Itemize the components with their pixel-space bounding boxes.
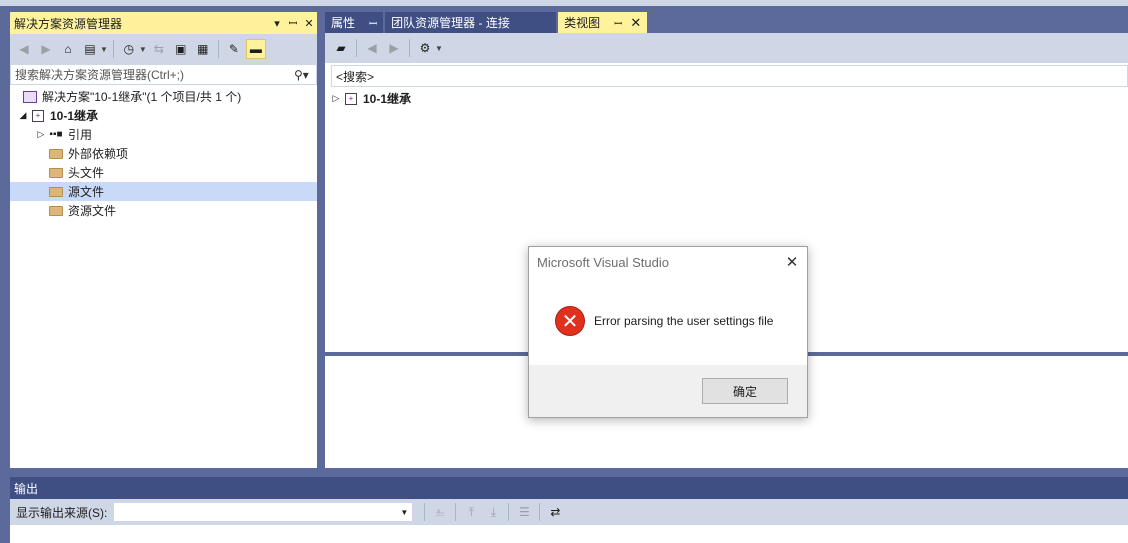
- dialog-title-bar: Microsoft Visual Studio ✕: [529, 247, 807, 277]
- previous-message-icon[interactable]: ⤒: [461, 502, 481, 522]
- dialog-body: ✕ Error parsing the user settings file: [529, 277, 807, 365]
- forward-icon[interactable]: ▶: [36, 39, 56, 59]
- output-source-label: 显示输出来源(S):: [16, 505, 108, 520]
- back-icon[interactable]: ◀: [14, 39, 34, 59]
- output-text-area[interactable]: [10, 525, 1128, 543]
- solution-tree: 解决方案"10-1继承"(1 个项目/共 1 个) ◢ + 10-1继承 ▷ ▪…: [10, 85, 317, 468]
- output-title: 输出: [14, 481, 39, 496]
- pin-icon[interactable]: ꟷ: [285, 16, 301, 31]
- solution-explorer-toolbar: ◀ ▶ ⌂ ▤ ▼ ◷ ▼ ⇆ ▣ ▦ ✎ ▬: [10, 34, 317, 64]
- toolbar-separator: [455, 503, 457, 521]
- forward-icon[interactable]: ▶: [384, 38, 404, 58]
- toolbar-separator: [112, 40, 114, 58]
- dropdown-icon[interactable]: ▾: [269, 17, 285, 30]
- tree-item-external-deps[interactable]: 外部依赖项: [10, 144, 317, 163]
- tree-item-resource-files[interactable]: 资源文件: [10, 201, 317, 220]
- solution-explorer-title: 解决方案资源管理器: [14, 16, 123, 31]
- error-dialog: Microsoft Visual Studio ✕ ✕ Error parsin…: [528, 246, 808, 418]
- tree-item-label: 源文件: [68, 185, 105, 199]
- sync-icon[interactable]: ⇆: [149, 39, 169, 59]
- folder-icon: [48, 147, 64, 161]
- tree-item-label: 引用: [68, 128, 93, 142]
- preview-selected-icon[interactable]: ▬: [245, 39, 266, 59]
- solution-explorer-title-bar: 解决方案资源管理器 ▾ ꟷ ✕: [10, 12, 317, 34]
- show-all-files-icon[interactable]: ▦: [193, 39, 213, 59]
- class-view-toolbar: ▰ ◀ ▶ ⚙ ▼: [325, 33, 1128, 63]
- project-icon: +: [343, 92, 359, 106]
- folder-icon: [48, 185, 64, 199]
- chevron-down-icon: ▼: [400, 507, 409, 517]
- folder-icon: [48, 166, 64, 180]
- chevron-down-icon[interactable]: ▼: [139, 45, 147, 54]
- output-title-bar: 输出: [10, 477, 1128, 499]
- back-icon[interactable]: ◀: [362, 38, 382, 58]
- search-input[interactable]: 搜索解决方案资源管理器(Ctrl+;): [15, 66, 294, 83]
- tree-item-label: 资源文件: [68, 204, 117, 218]
- solution-explorer-search[interactable]: 搜索解决方案资源管理器(Ctrl+;) ⚲▾: [10, 64, 317, 85]
- search-icon[interactable]: ⚲▾: [294, 68, 316, 82]
- expanded-arrow-icon[interactable]: ◢: [16, 110, 30, 121]
- output-source-select[interactable]: ▼: [113, 502, 414, 522]
- tree-item-label: 外部依赖项: [68, 147, 129, 161]
- close-icon[interactable]: ✕: [301, 17, 317, 30]
- find-message-icon[interactable]: ⎁: [430, 502, 450, 522]
- tree-item-project[interactable]: ▷ + 10-1继承: [329, 89, 1128, 108]
- collapsed-arrow-icon[interactable]: ▷: [329, 93, 343, 104]
- tree-item-source-files[interactable]: 源文件: [10, 182, 317, 201]
- tree-item-label: 头文件: [68, 166, 105, 180]
- collapsed-arrow-icon[interactable]: ▷: [34, 129, 48, 140]
- word-wrap-icon[interactable]: ⇄: [545, 502, 565, 522]
- toolbar-separator: [539, 503, 541, 521]
- toolbar-separator: [356, 39, 357, 57]
- dialog-title: Microsoft Visual Studio: [537, 254, 669, 270]
- dialog-message: Error parsing the user settings file: [594, 314, 774, 328]
- close-icon[interactable]: ✕: [777, 253, 807, 271]
- tab-label: 团队资源管理器 - 连接: [391, 16, 510, 30]
- tree-item-references[interactable]: ▷ ▪▪■ 引用: [10, 125, 317, 144]
- clear-all-icon[interactable]: ☰: [514, 502, 534, 522]
- tree-item-project[interactable]: ◢ + 10-1继承: [10, 106, 317, 125]
- pin-icon[interactable]: ꟷ: [369, 16, 377, 30]
- class-view-search-input[interactable]: <搜索>: [331, 65, 1128, 87]
- toolbar-separator: [217, 40, 219, 58]
- tab-label: 属性: [331, 16, 356, 30]
- gear-icon[interactable]: ⚙: [415, 38, 435, 58]
- tree-item-label: 解决方案"10-1继承"(1 个项目/共 1 个): [42, 90, 242, 104]
- project-icon: +: [30, 109, 46, 123]
- tree-item-label: 10-1继承: [363, 92, 412, 106]
- chevron-down-icon[interactable]: ▼: [100, 45, 108, 54]
- solution-explorer-panel: 解决方案资源管理器 ▾ ꟷ ✕ ◀ ▶ ⌂ ▤ ▼ ◷ ▼ ⇆ ▣ ▦ ✎ ▬ …: [10, 12, 317, 468]
- switch-views-icon[interactable]: ▤: [80, 39, 100, 59]
- document-tab-strip: 属性 ꟷ 团队资源管理器 - 连接 类视图 ꟷ ✕: [325, 12, 1128, 33]
- new-folder-icon[interactable]: ▰: [331, 38, 351, 58]
- ok-button[interactable]: 确定: [702, 378, 788, 404]
- tree-item-header-files[interactable]: 头文件: [10, 163, 317, 182]
- tab-label: 类视图: [564, 16, 601, 30]
- tree-item-solution[interactable]: 解决方案"10-1继承"(1 个项目/共 1 个): [10, 87, 317, 106]
- tab-properties[interactable]: 属性 ꟷ: [325, 12, 384, 33]
- tab-class-view[interactable]: 类视图 ꟷ ✕: [558, 12, 648, 33]
- next-message-icon[interactable]: ⤓: [483, 502, 503, 522]
- dialog-footer: 确定: [529, 365, 807, 417]
- output-toolbar: 显示输出来源(S): ▼ ⎁ ⤒ ⤓ ☰ ⇄: [10, 499, 1128, 525]
- folder-icon: [48, 204, 64, 218]
- references-icon: ▪▪■: [49, 129, 63, 140]
- tree-item-label: 10-1继承: [50, 109, 99, 123]
- toolbar-separator: [424, 503, 426, 521]
- close-icon[interactable]: ✕: [630, 15, 641, 31]
- toolbar-separator: [508, 503, 510, 521]
- tab-team-explorer[interactable]: 团队资源管理器 - 连接: [385, 12, 557, 33]
- pending-changes-filter-icon[interactable]: ◷: [119, 39, 139, 59]
- home-icon[interactable]: ⌂: [58, 39, 78, 59]
- toolbar-separator: [409, 39, 410, 57]
- pin-icon[interactable]: ꟷ: [614, 16, 622, 30]
- solution-icon: [22, 90, 38, 104]
- top-strip: [0, 0, 1128, 6]
- properties-wrench-icon[interactable]: ✎: [224, 39, 244, 59]
- error-icon: ✕: [555, 306, 585, 336]
- chevron-down-icon[interactable]: ▼: [435, 44, 443, 53]
- collapse-all-icon[interactable]: ▣: [171, 39, 191, 59]
